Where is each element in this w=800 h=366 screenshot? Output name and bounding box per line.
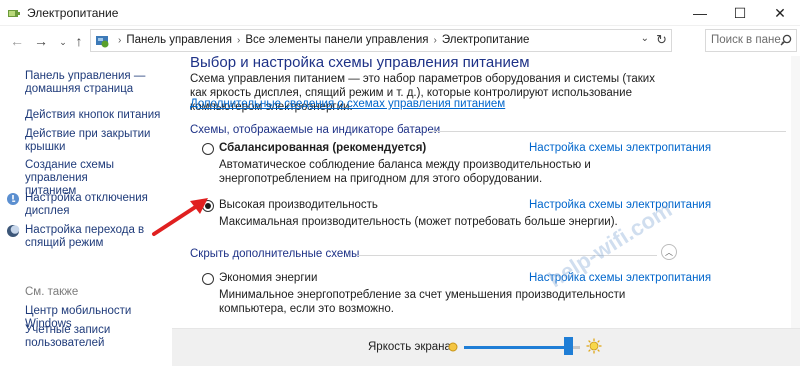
- plan-balanced-settings-link[interactable]: Настройка схемы электропитания: [529, 142, 711, 154]
- divider: [428, 131, 786, 132]
- control-panel-icon: [96, 36, 109, 48]
- sidebar-item-label: Создание схемы управления: [25, 159, 115, 184]
- address-bar[interactable]: › Панель управления › Все элементы панели у…: [90, 29, 672, 52]
- collapse-chevron-icon[interactable]: ︿: [661, 244, 677, 260]
- sidebar-item-user-accounts[interactable]: Учетные записи пользователей: [25, 324, 110, 350]
- sidebar-item-label: дисплея: [25, 205, 70, 217]
- battery-plans-heading: Схемы, отображаемые на индикаторе батаре…: [190, 124, 441, 136]
- title-bar: Электропитание — ☐ ✕: [0, 0, 800, 26]
- brightness-bar: Яркость экрана:: [172, 328, 800, 366]
- main-content: Выбор и настройка схемы управления питан…: [172, 54, 800, 366]
- minimize-button[interactable]: —: [682, 0, 718, 26]
- sleep-moon-icon: [7, 225, 20, 237]
- see-also-heading: См. также: [25, 286, 79, 298]
- hidden-plans-heading[interactable]: Скрыть дополнительные схемы: [190, 248, 359, 260]
- sidebar-item-label: Действия кнопок питания: [25, 109, 161, 121]
- display-off-icon: [7, 193, 19, 205]
- breadcrumb-power-options[interactable]: Электропитание: [442, 34, 530, 46]
- sidebar-item-label: Настройка перехода в: [25, 224, 145, 236]
- sidebar: Панель управления — домашняя страница Де…: [0, 56, 172, 366]
- annotation-arrow-icon: [152, 198, 208, 236]
- plan-power-saver-name[interactable]: Экономия энергии: [219, 272, 317, 284]
- sidebar-item-power-buttons[interactable]: Действия кнопок питания: [25, 109, 160, 122]
- sidebar-item-label: пользователей: [25, 337, 105, 349]
- sidebar-item-label: крышки: [25, 141, 66, 153]
- brightness-low-icon: [448, 342, 458, 352]
- close-button[interactable]: ✕: [762, 0, 798, 26]
- address-history-dropdown[interactable]: ⌄: [641, 33, 649, 44]
- sidebar-item-control-panel-home[interactable]: Панель управления — домашняя страница: [25, 70, 145, 96]
- brightness-high-icon: [586, 338, 602, 354]
- sidebar-item-label: Панель управления —: [25, 70, 146, 82]
- breadcrumb-control-panel[interactable]: Панель управления: [126, 34, 232, 46]
- sidebar-item-label: домашняя страница: [25, 83, 134, 95]
- search-input[interactable]: Поиск в пане...: [705, 29, 797, 52]
- sidebar-item-lid-close[interactable]: Действие при закрытии крышки: [25, 128, 150, 154]
- plan-balanced-radio[interactable]: [202, 143, 214, 155]
- sidebar-item-display-off[interactable]: Настройка отключения дисплея: [25, 192, 148, 218]
- breadcrumb-separator: ›: [433, 35, 437, 46]
- brightness-label: Яркость экрана:: [368, 341, 455, 353]
- more-info-link[interactable]: Дополнительные сведения о схемах управле…: [190, 98, 505, 110]
- brightness-slider-fill: [464, 346, 569, 349]
- page-title: Выбор и настройка схемы управления питан…: [190, 54, 530, 71]
- sidebar-item-label: Учетные записи: [25, 324, 111, 336]
- scrollbar[interactable]: [791, 56, 800, 328]
- breadcrumb: › Панель управления › Все элементы панели у…: [113, 34, 529, 46]
- back-button[interactable]: ←: [8, 32, 26, 50]
- maximize-button[interactable]: ☐: [722, 0, 758, 26]
- up-button[interactable]: ↑: [70, 32, 88, 50]
- power-options-icon: [8, 10, 20, 17]
- plan-high-performance-name[interactable]: Высокая производительность: [219, 199, 378, 211]
- brightness-slider-thumb[interactable]: [564, 337, 574, 355]
- plan-high-performance-settings-link[interactable]: Настройка схемы электропитания: [529, 199, 711, 211]
- search-icon: [780, 34, 792, 46]
- plan-power-saver-description: Минимальное энергопотребление за счет ум…: [219, 289, 626, 315]
- window-title: Электропитание: [27, 6, 119, 20]
- plan-power-saver-radio[interactable]: [202, 273, 214, 285]
- plan-balanced-name[interactable]: Сбалансированная (рекомендуется): [219, 142, 426, 154]
- sidebar-item-label: Настройка отключения: [25, 192, 148, 204]
- plan-high-performance-description: Максимальная производительность (может п…: [219, 216, 618, 228]
- refresh-button[interactable]: ↻: [656, 32, 667, 48]
- breadcrumb-all-items[interactable]: Все элементы панели управления: [245, 34, 428, 46]
- sidebar-item-label: спящий режим: [25, 237, 104, 249]
- brightness-slider-track[interactable]: [464, 346, 580, 349]
- breadcrumb-separator: ›: [118, 35, 122, 46]
- navigation-bar: ← → ⌄ ↑ › Панель управления › Все элементы …: [0, 27, 800, 55]
- sidebar-item-label: Действие при закрытии: [25, 128, 151, 140]
- breadcrumb-separator: ›: [237, 35, 241, 46]
- search-placeholder: Поиск в пане...: [711, 34, 791, 46]
- plan-balanced-description: Автоматическое соблюдение баланса между …: [219, 159, 591, 185]
- sidebar-item-sleep[interactable]: Настройка перехода в спящий режим: [25, 224, 144, 250]
- forward-button[interactable]: →: [32, 32, 50, 50]
